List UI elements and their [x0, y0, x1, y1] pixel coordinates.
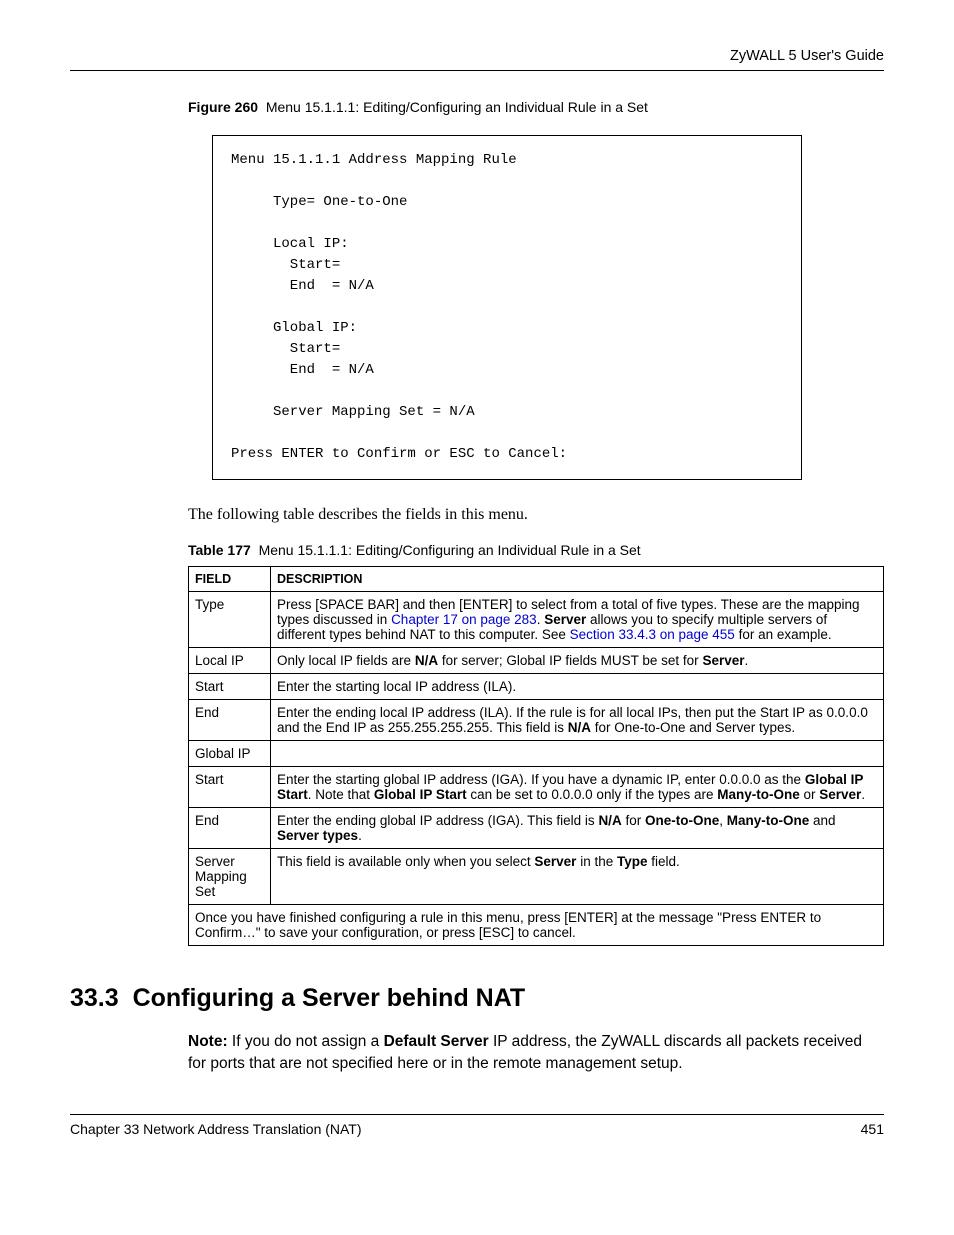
section-title: Configuring a Server behind NAT — [133, 984, 526, 1012]
page: ZyWALL 5 User's Guide Figure 260 Menu 15… — [0, 0, 954, 1235]
figure-caption-text: Menu 15.1.1.1: Editing/Configuring an In… — [266, 99, 648, 115]
cell-desc: Enter the ending local IP address (ILA).… — [271, 700, 884, 741]
bold-text: One-to-One — [645, 813, 719, 828]
text: can be set to 0.0.0.0 only if the types … — [467, 787, 718, 802]
text: Enter the starting global IP address (IG… — [277, 772, 805, 787]
bold-text: Server — [544, 612, 586, 627]
cell-desc: Only local IP fields are N/A for server;… — [271, 648, 884, 674]
bold-text: N/A — [568, 720, 591, 735]
cell-field: Server Mapping Set — [189, 849, 271, 905]
section-heading: 33.3 Configuring a Server behind NAT — [70, 984, 884, 1013]
th-field: FIELD — [189, 567, 271, 592]
bold-text: Default Server — [384, 1033, 489, 1050]
note-block: Note: If you do not assign a Default Ser… — [188, 1031, 884, 1074]
cell-desc: Enter the starting local IP address (ILA… — [271, 674, 884, 700]
figure-box: Menu 15.1.1.1 Address Mapping Rule Type=… — [212, 135, 802, 480]
cell-desc: Enter the starting global IP address (IG… — [271, 767, 884, 808]
link-chapter17[interactable]: Chapter 17 on page 283 — [391, 612, 537, 627]
text: . Note that — [308, 787, 374, 802]
text: for server; Global IP fields MUST be set… — [438, 653, 702, 668]
intro-text: The following table describes the fields… — [188, 506, 884, 524]
cell-desc: This field is available only when you se… — [271, 849, 884, 905]
cell-desc — [271, 741, 884, 767]
cell-field: End — [189, 700, 271, 741]
text: , — [719, 813, 727, 828]
text: in the — [576, 854, 617, 869]
table-row: Global IP — [189, 741, 884, 767]
text: for One-to-One and Server types. — [591, 720, 795, 735]
table-row: End Enter the ending local IP address (I… — [189, 700, 884, 741]
bold-text: Server — [702, 653, 744, 668]
table-footer-row: Once you have finished configuring a rul… — [189, 905, 884, 946]
link-section3343[interactable]: Section 33.4.3 on page 455 — [570, 627, 735, 642]
note-label: Note: — [188, 1033, 228, 1050]
text: . — [358, 828, 362, 843]
bold-text: Server — [819, 787, 861, 802]
th-description: DESCRIPTION — [271, 567, 884, 592]
text: or — [800, 787, 820, 802]
header-title: ZyWALL 5 User's Guide — [70, 48, 884, 64]
figure-label: Figure 260 — [188, 99, 258, 115]
page-footer: Chapter 33 Network Address Translation (… — [70, 1114, 884, 1137]
footer-chapter: Chapter 33 Network Address Translation (… — [70, 1121, 362, 1137]
table-caption: Table 177 Menu 15.1.1.1: Editing/Configu… — [188, 542, 884, 558]
table-row: Local IP Only local IP fields are N/A fo… — [189, 648, 884, 674]
bold-text: Many-to-One — [727, 813, 810, 828]
section-number: 33.3 — [70, 984, 119, 1012]
text: and — [809, 813, 835, 828]
cell-desc: Press [SPACE BAR] and then [ENTER] to se… — [271, 592, 884, 648]
text: This field is available only when you se… — [277, 854, 534, 869]
bold-text: Server — [534, 854, 576, 869]
cell-field: Start — [189, 767, 271, 808]
bold-text: Server types — [277, 828, 358, 843]
text: Only local IP fields are — [277, 653, 415, 668]
cell-desc: Enter the ending global IP address (IGA)… — [271, 808, 884, 849]
text: . — [861, 787, 865, 802]
cell-field: End — [189, 808, 271, 849]
cell-field: Local IP — [189, 648, 271, 674]
cell-field: Global IP — [189, 741, 271, 767]
table-row: End Enter the ending global IP address (… — [189, 808, 884, 849]
text: If you do not assign a — [228, 1033, 384, 1050]
bold-text: N/A — [598, 813, 621, 828]
figure-caption: Figure 260 Menu 15.1.1.1: Editing/Config… — [188, 99, 884, 115]
text: for an example. — [735, 627, 832, 642]
text: for — [622, 813, 645, 828]
table-row: Start Enter the starting global IP addre… — [189, 767, 884, 808]
bold-text: N/A — [415, 653, 438, 668]
figure-section: Figure 260 Menu 15.1.1.1: Editing/Config… — [188, 99, 884, 480]
description-table: FIELD DESCRIPTION Type Press [SPACE BAR]… — [188, 566, 884, 946]
note-wrapper: Note: If you do not assign a Default Ser… — [188, 1031, 884, 1074]
footer-page: 451 — [861, 1121, 884, 1137]
text: field. — [647, 854, 679, 869]
table-row: Start Enter the starting local IP addres… — [189, 674, 884, 700]
table-caption-text: Menu 15.1.1.1: Editing/Configuring an In… — [259, 542, 641, 558]
header-rule — [70, 70, 884, 71]
table-label: Table 177 — [188, 542, 251, 558]
cell-field: Start — [189, 674, 271, 700]
table-row: Type Press [SPACE BAR] and then [ENTER] … — [189, 592, 884, 648]
bold-text: Many-to-One — [717, 787, 800, 802]
cell-footer: Once you have finished configuring a rul… — [189, 905, 884, 946]
text: Enter the ending global IP address (IGA)… — [277, 813, 598, 828]
table-row: Server Mapping Set This field is availab… — [189, 849, 884, 905]
bold-text: Type — [617, 854, 648, 869]
table-header-row: FIELD DESCRIPTION — [189, 567, 884, 592]
intro-block: The following table describes the fields… — [188, 506, 884, 946]
text: . — [744, 653, 748, 668]
bold-text: Global IP Start — [374, 787, 467, 802]
cell-field: Type — [189, 592, 271, 648]
